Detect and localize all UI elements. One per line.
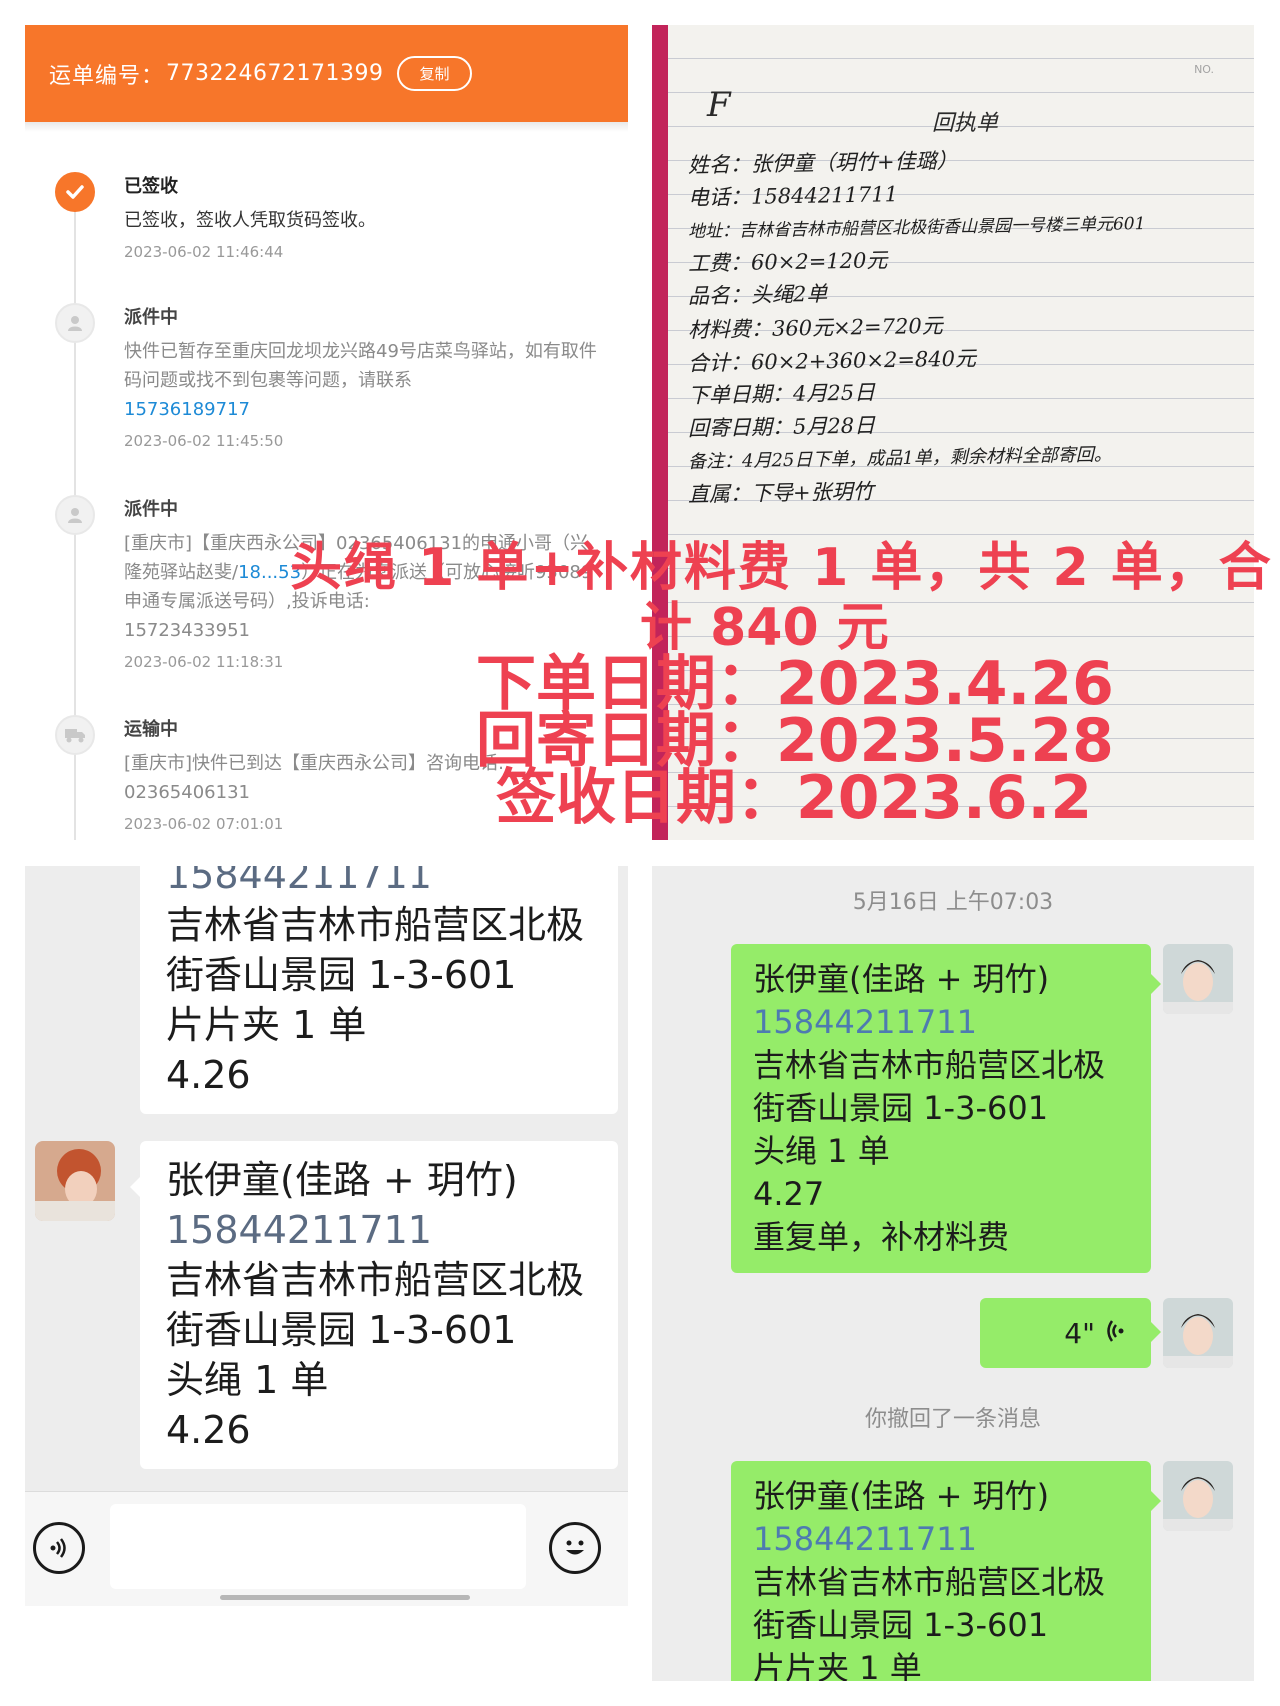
message-note: 重复单，补材料费	[753, 1218, 1010, 1256]
note-line: 电话：15844211711	[687, 182, 899, 210]
check-icon	[55, 172, 95, 212]
event-status: 派件中	[124, 499, 178, 520]
message-item: 头绳 1 单	[166, 1358, 329, 1402]
truck-icon	[55, 715, 95, 755]
message-name: 张伊童(佳路 + 玥竹)	[166, 1158, 518, 1202]
overlay-sign-date: 签收日期：2023.6.2	[496, 763, 1093, 833]
note-line: 工费：60×2=120元	[687, 248, 888, 276]
chat-timestamp: 5月16日 上午07:03	[852, 890, 1054, 915]
message-address: 街香山景园 1-3-601	[753, 1606, 1049, 1644]
message-bubble[interactable]: 张伊童(佳路 + 玥竹) 15844211711 吉林省吉林市船营区北极 街香山…	[130, 1141, 618, 1469]
voice-input-icon[interactable]	[33, 1522, 85, 1574]
my-avatar[interactable]	[1163, 1461, 1233, 1531]
note-no-label: NO.	[1194, 63, 1214, 76]
copy-button[interactable]: 复制	[397, 56, 472, 91]
note-line: 合计：60×2+360×2=840元	[687, 346, 977, 376]
note-line: 品名：头绳2单	[687, 281, 828, 309]
recall-notice: 你撤回了一条消息	[864, 1407, 1041, 1432]
note-line: 直属：下导+张玥竹	[687, 479, 874, 507]
waybill-number: 773224672171399	[166, 61, 384, 86]
event-status: 派件中	[124, 307, 178, 328]
message-address: 吉林省吉林市船营区北极	[753, 1563, 1106, 1601]
chat-screenshot-right: 5月16日 上午07:03 张伊童(佳路 + 玥竹) 15844211711 吉…	[652, 866, 1254, 1681]
event-status: 已签收	[124, 176, 178, 197]
person-icon	[55, 303, 95, 343]
contact-avatar[interactable]	[35, 1141, 115, 1221]
voice-message-bubble[interactable]: 4"	[980, 1298, 1161, 1368]
message-date: 4.26	[166, 1408, 251, 1452]
phone-link[interactable]: 15736189717	[124, 399, 250, 420]
message-address: 吉林省吉林市船营区北极	[166, 903, 585, 947]
message-bubble[interactable]: 15844211711 吉林省吉林市船营区北极 街香山景园 1-3-601 片片…	[140, 866, 618, 1114]
emoji-icon[interactable]	[549, 1522, 601, 1574]
note-title: 回执单	[932, 111, 999, 136]
event-time: 2023-06-02 11:45:50	[124, 432, 284, 450]
message-input[interactable]	[110, 1504, 526, 1589]
waybill-label: 运单编号：	[49, 63, 165, 89]
message-address: 街香山景园 1-3-601	[166, 953, 517, 997]
voice-duration: 4"	[1064, 1316, 1095, 1350]
message-address: 街香山景园 1-3-601	[753, 1089, 1049, 1127]
inquiry-phone: 02365406131	[124, 782, 250, 803]
message-address: 吉林省吉林市船营区北极	[753, 1046, 1106, 1084]
note-line: 回寄日期：5月28日	[687, 413, 876, 441]
message-date: 4.26	[166, 1053, 251, 1097]
note-letter: F	[707, 85, 731, 125]
message-phone[interactable]: 15844211711	[753, 1001, 1129, 1044]
event-time: 2023-06-02 11:46:44	[124, 243, 284, 261]
message-bubble[interactable]: 张伊童(佳路 + 玥竹) 15844211711 吉林省吉林市船营区北极 街香山…	[731, 944, 1161, 1273]
note-line: 姓名：张伊童（玥竹+佳璐）	[687, 148, 958, 178]
message-phone[interactable]: 15844211711	[166, 866, 592, 900]
my-avatar[interactable]	[1163, 944, 1233, 1014]
message-address: 街香山景园 1-3-601	[166, 1308, 517, 1352]
complaint-phone: 15723433951	[124, 620, 250, 641]
my-avatar[interactable]	[1163, 1298, 1233, 1368]
chat-input-bar	[25, 1491, 628, 1606]
person-icon	[55, 495, 95, 535]
message-item: 头绳 1 单	[753, 1132, 890, 1170]
voice-wave-icon	[1105, 1312, 1125, 1355]
message-item: 片片夹 1 单	[753, 1649, 922, 1681]
event-description: 快件已暂存至重庆回龙坝龙兴路49号店菜鸟驿站，如有取件码问题或找不到包裹等问题，…	[124, 341, 597, 391]
message-name: 张伊童(佳路 + 玥竹)	[753, 1477, 1050, 1515]
message-bubble[interactable]: 张伊童(佳路 + 玥竹) 15844211711 吉林省吉林市船营区北极 街香山…	[731, 1461, 1161, 1681]
note-line: 下单日期：4月25日	[687, 380, 876, 408]
message-item: 片片夹 1 单	[166, 1003, 367, 1047]
message-phone[interactable]: 15844211711	[753, 1518, 1129, 1561]
chat-screenshot-left: 15844211711 吉林省吉林市船营区北极 街香山景园 1-3-601 片片…	[25, 866, 628, 1606]
tracking-header: 运单编号： 773224672171399 复制	[25, 25, 628, 122]
message-name: 张伊童(佳路 + 玥竹)	[753, 960, 1050, 998]
message-address: 吉林省吉林市船营区北极	[166, 1258, 585, 1302]
message-date: 4.27	[753, 1175, 825, 1213]
event-description: 已签收，签收人凭取货码签收。	[124, 210, 376, 231]
home-indicator	[220, 1595, 470, 1600]
note-line: 材料费：360元×2=720元	[687, 313, 943, 343]
message-phone[interactable]: 15844211711	[166, 1205, 592, 1255]
event-description: [重庆市]快件已到达【重庆西永公司】咨询电话:	[124, 753, 505, 774]
